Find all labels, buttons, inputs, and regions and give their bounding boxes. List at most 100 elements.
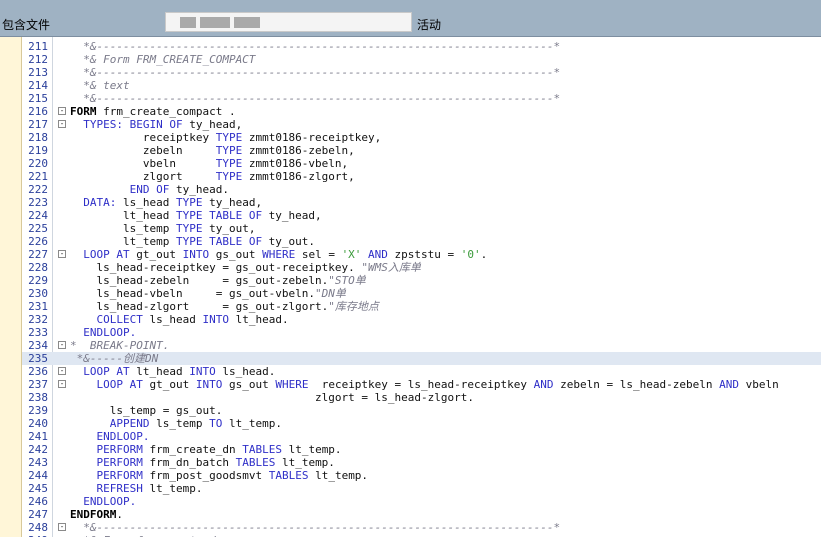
code-line[interactable]: 230 ls_head-vbeln = gs_out-vbeln."DN单	[22, 287, 821, 300]
code-text: PERFORM frm_dn_batch TABLES lt_temp.	[70, 456, 335, 469]
code-text: FORM frm_create_compact .	[70, 105, 236, 118]
code-line[interactable]: 247 ENDFORM.	[22, 508, 821, 521]
code-text: ENDLOOP.	[70, 430, 150, 443]
code-line[interactable]: 227 - LOOP AT gt_out INTO gs_out WHERE se…	[22, 248, 821, 261]
code-line[interactable]: 228 ls_head-receiptkey = gs_out-receiptk…	[22, 261, 821, 274]
code-line[interactable]: 235 *&-----创建DN	[22, 352, 821, 365]
code-line[interactable]: 232 COLLECT ls_head INTO lt_head.	[22, 313, 821, 326]
code-text: ls_head-receiptkey = gs_out-receiptkey. …	[70, 261, 421, 274]
code-line[interactable]: 246 ENDLOOP.	[22, 495, 821, 508]
code-line[interactable]: 231 ls_head-zlgort = gs_out-zlgort."库存地点	[22, 300, 821, 313]
line-number: 248	[28, 521, 48, 534]
code-line[interactable]: 238 zlgort = ls_head-zlgort.	[22, 391, 821, 404]
code-line[interactable]: 217 - TYPES: BEGIN OF ty_head,	[22, 118, 821, 131]
line-number: 232	[28, 313, 48, 326]
line-number: 220	[28, 157, 48, 170]
code-text: ls_temp = gs_out.	[70, 404, 223, 417]
code-line[interactable]: 214 *& text	[22, 79, 821, 92]
fold-toggle-icon[interactable]: -	[58, 107, 66, 115]
line-number: 234	[28, 339, 48, 352]
code-text: lt_temp TYPE TABLE OF ty_out.	[70, 235, 316, 248]
line-number: 225	[28, 222, 48, 235]
code-editor[interactable]: 211 *&----------------------------------…	[22, 37, 821, 537]
code-line[interactable]: 233 ENDLOOP.	[22, 326, 821, 339]
fold-toggle-icon[interactable]: -	[58, 523, 66, 531]
code-text: *& Form FRM_CREATE_COMPACT	[70, 53, 256, 66]
line-number: 235	[28, 352, 48, 365]
code-text: ENDLOOP.	[70, 326, 137, 339]
line-number: 233	[28, 326, 48, 339]
fold-toggle-icon[interactable]: -	[58, 341, 66, 349]
code-line[interactable]: 213 *&----------------------------------…	[22, 66, 821, 79]
code-line[interactable]: 237 - LOOP AT gt_out INTO gs_out WHERE re…	[22, 378, 821, 391]
code-line[interactable]: 219 zebeln TYPE zmmt0186-zebeln,	[22, 144, 821, 157]
code-line[interactable]: 226 lt_temp TYPE TABLE OF ty_out.	[22, 235, 821, 248]
include-name-field[interactable]	[165, 12, 412, 32]
line-number: 226	[28, 235, 48, 248]
code-line[interactable]: 248 - *&---------------------------------…	[22, 521, 821, 534]
code-line[interactable]: 221 zlgort TYPE zmmt0186-zlgort,	[22, 170, 821, 183]
line-number: 214	[28, 79, 48, 92]
code-line[interactable]: 242 PERFORM frm_create_dn TABLES lt_temp…	[22, 443, 821, 456]
line-number: 218	[28, 131, 48, 144]
code-line[interactable]: 224 lt_head TYPE TABLE OF ty_head,	[22, 209, 821, 222]
code-line[interactable]: 220 vbeln TYPE zmmt0186-vbeln,	[22, 157, 821, 170]
code-line[interactable]: 234 - * BREAK-POINT.	[22, 339, 821, 352]
redacted-block	[234, 17, 260, 28]
fold-toggle-icon[interactable]: -	[58, 380, 66, 388]
line-number: 242	[28, 443, 48, 456]
line-number: 245	[28, 482, 48, 495]
code-line[interactable]: 225 ls_temp TYPE ty_out,	[22, 222, 821, 235]
code-text: ls_temp TYPE ty_out,	[70, 222, 256, 235]
line-number: 246	[28, 495, 48, 508]
code-text: *&--------------------------------------…	[70, 40, 561, 53]
code-text: APPEND ls_temp TO lt_temp.	[70, 417, 282, 430]
code-text: PERFORM frm_create_dn TABLES lt_temp.	[70, 443, 342, 456]
code-text: * BREAK-POINT.	[70, 339, 170, 352]
code-line[interactable]: 223 DATA: ls_head TYPE ty_head,	[22, 196, 821, 209]
code-text: lt_head TYPE TABLE OF ty_head,	[70, 209, 322, 222]
line-number: 240	[28, 417, 48, 430]
line-number: 230	[28, 287, 48, 300]
code-line[interactable]: 239 ls_temp = gs_out.	[22, 404, 821, 417]
code-line[interactable]: 218 receiptkey TYPE zmmt0186-receiptkey,	[22, 131, 821, 144]
code-line[interactable]: 211 *&----------------------------------…	[22, 40, 821, 53]
code-line[interactable]: 241 ENDLOOP.	[22, 430, 821, 443]
fold-toggle-icon[interactable]: -	[58, 367, 66, 375]
line-number: 241	[28, 430, 48, 443]
code-text: *&-----创建DN	[70, 352, 159, 365]
line-number: 212	[28, 53, 48, 66]
code-line[interactable]: 243 PERFORM frm_dn_batch TABLES lt_temp.	[22, 456, 821, 469]
fold-toggle-icon[interactable]: -	[58, 250, 66, 258]
code-text: ENDLOOP.	[70, 495, 137, 508]
line-number: 244	[28, 469, 48, 482]
line-number: 219	[28, 144, 48, 157]
code-line[interactable]: 212 *& Form FRM_CREATE_COMPACT	[22, 53, 821, 66]
fold-toggle-icon[interactable]: -	[58, 120, 66, 128]
code-text: receiptkey TYPE zmmt0186-receiptkey,	[70, 131, 382, 144]
code-line[interactable]: 244 PERFORM frm_post_goodsmvt TABLES lt_…	[22, 469, 821, 482]
code-line[interactable]: 216 - FORM frm_create_compact .	[22, 105, 821, 118]
editor-margin	[0, 37, 22, 537]
code-text: ENDFORM.	[70, 508, 123, 521]
code-line[interactable]: 236 - LOOP AT lt_head INTO ls_head.	[22, 365, 821, 378]
code-line[interactable]: 245 REFRESH lt_temp.	[22, 482, 821, 495]
code-text: zlgort TYPE zmmt0186-zlgort,	[70, 170, 355, 183]
line-number: 213	[28, 66, 48, 79]
code-line[interactable]: 215 *&----------------------------------…	[22, 92, 821, 105]
code-line[interactable]: 222 END OF ty_head.	[22, 183, 821, 196]
code-text: ls_head-zebeln = gs_out-zebeln."STO单	[70, 274, 366, 287]
line-number: 227	[28, 248, 48, 261]
code-text: *&--------------------------------------…	[70, 521, 561, 534]
line-number: 231	[28, 300, 48, 313]
status-label: 活动	[417, 18, 442, 32]
line-number: 223	[28, 196, 48, 209]
line-number: 243	[28, 456, 48, 469]
code-text: zlgort = ls_head-zlgort.	[70, 391, 474, 404]
code-line[interactable]: 240 APPEND ls_temp TO lt_temp.	[22, 417, 821, 430]
code-text: LOOP AT lt_head INTO ls_head.	[70, 365, 276, 378]
code-line[interactable]: 229 ls_head-zebeln = gs_out-zebeln."STO单	[22, 274, 821, 287]
line-number: 238	[28, 391, 48, 404]
code-text: *&--------------------------------------…	[70, 92, 561, 105]
redacted-block	[200, 17, 230, 28]
